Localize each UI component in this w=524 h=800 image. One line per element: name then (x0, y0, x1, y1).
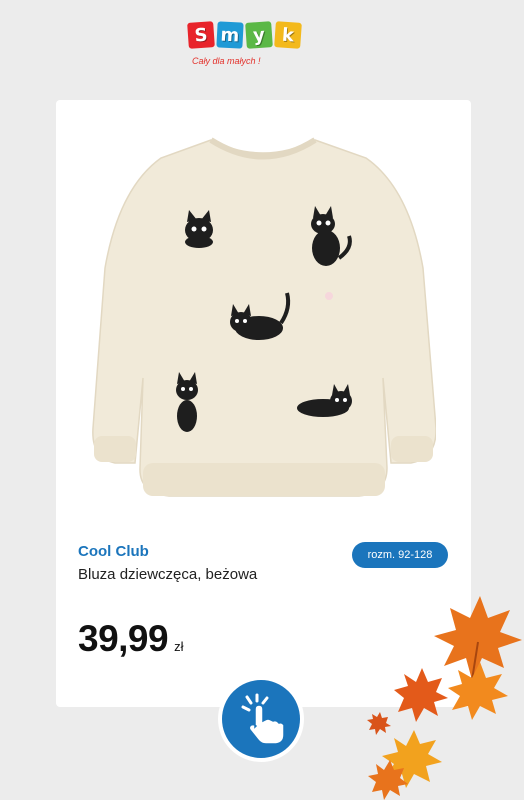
logo-tile-m: m (216, 21, 244, 49)
maple-leaf-icon (367, 712, 391, 735)
logo-tile-k: k (274, 21, 302, 49)
product-name[interactable]: Bluza dziewczęca, beżowa (78, 565, 258, 585)
maple-leaf-icon (394, 668, 448, 722)
autumn-leaves-decoration (367, 596, 522, 800)
size-badge: rozm. 92-128 (352, 542, 448, 568)
price-currency: zł (174, 639, 184, 654)
tap-hand-icon (241, 693, 285, 745)
product-brand[interactable]: Cool Club (78, 543, 149, 560)
logo-tile-s: S (187, 21, 215, 49)
smyk-logo: S m y k Cały dla małych ! (187, 21, 334, 74)
maple-leaf-icon (448, 662, 508, 720)
sweatshirt-with-cats-image (92, 137, 436, 497)
price-value: 39,99 (78, 618, 169, 659)
product-price: 39,99 zł (78, 618, 183, 660)
tap-to-shop-button[interactable] (218, 676, 304, 762)
logo-tagline: Cały dla małych ! (192, 56, 261, 66)
logo-tile-y: y (245, 21, 273, 49)
